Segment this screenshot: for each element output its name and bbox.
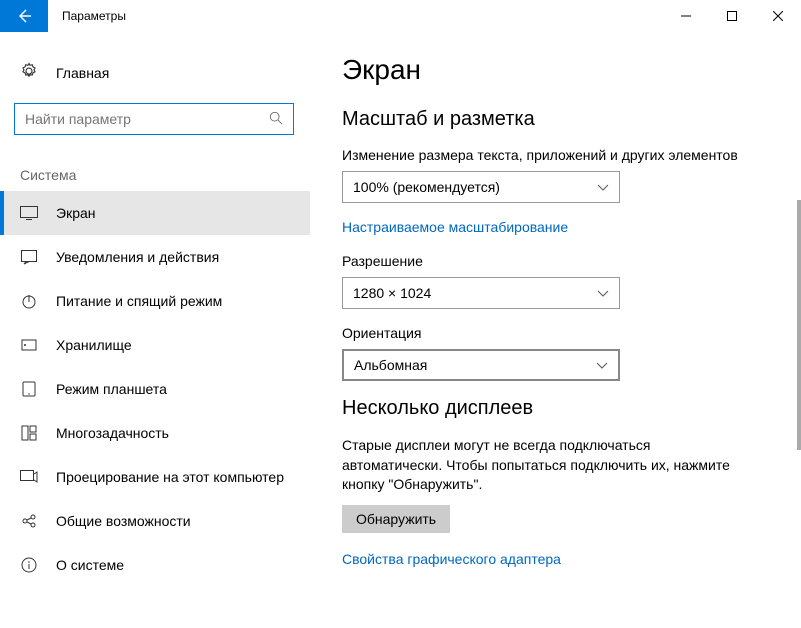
info-icon bbox=[20, 557, 38, 573]
maximize-icon bbox=[727, 11, 737, 21]
storage-icon bbox=[20, 337, 38, 353]
sidebar-item-label: Хранилище bbox=[56, 337, 132, 353]
section-multi-heading: Несколько дисплеев bbox=[342, 397, 781, 420]
main-panel: Экран Масштаб и разметка Изменение разме… bbox=[310, 32, 801, 628]
sidebar-home-label: Главная bbox=[56, 65, 109, 81]
section-scale-heading: Масштаб и разметка bbox=[342, 108, 781, 131]
sidebar-item-label: Уведомления и действия bbox=[56, 249, 219, 265]
chevron-down-icon bbox=[597, 179, 609, 195]
scale-label: Изменение размера текста, приложений и д… bbox=[342, 147, 781, 163]
scrollbar[interactable] bbox=[797, 40, 801, 620]
page-title: Экран bbox=[342, 54, 781, 86]
display-icon bbox=[20, 206, 38, 220]
sidebar-item-tablet[interactable]: Режим планшета bbox=[0, 367, 310, 411]
notification-icon bbox=[20, 249, 38, 265]
sidebar-item-label: О системе bbox=[56, 557, 124, 573]
close-icon bbox=[773, 11, 783, 21]
sidebar-item-label: Экран bbox=[56, 205, 96, 221]
sidebar-home[interactable]: Главная bbox=[0, 54, 310, 91]
tablet-icon bbox=[20, 381, 38, 397]
sidebar-item-display[interactable]: Экран bbox=[0, 191, 310, 235]
sidebar-item-shared[interactable]: Общие возможности bbox=[0, 499, 310, 543]
minimize-icon bbox=[681, 11, 691, 21]
sidebar-item-label: Общие возможности bbox=[56, 513, 191, 529]
window-title: Параметры bbox=[62, 9, 126, 23]
detect-button[interactable]: Обнаружить bbox=[342, 505, 450, 533]
sidebar-group-label: Система bbox=[0, 145, 310, 191]
orientation-label: Ориентация bbox=[342, 325, 781, 341]
arrow-left-icon bbox=[16, 8, 32, 24]
gear-icon bbox=[20, 62, 38, 83]
resolution-value: 1280 × 1024 bbox=[353, 285, 431, 301]
maximize-button[interactable] bbox=[709, 0, 755, 32]
sidebar-item-notifications[interactable]: Уведомления и действия bbox=[0, 235, 310, 279]
search-field[interactable] bbox=[25, 111, 269, 127]
sidebar-item-label: Режим планшета bbox=[56, 381, 167, 397]
scale-value: 100% (рекомендуется) bbox=[353, 179, 500, 195]
scale-select[interactable]: 100% (рекомендуется) bbox=[342, 171, 620, 203]
resolution-select[interactable]: 1280 × 1024 bbox=[342, 277, 620, 309]
resolution-label: Разрешение bbox=[342, 253, 781, 269]
chevron-down-icon bbox=[596, 357, 608, 373]
sidebar-item-label: Многозадачность bbox=[56, 425, 169, 441]
multi-display-text: Старые дисплеи могут не всегда подключат… bbox=[342, 436, 742, 495]
gpu-properties-link[interactable]: Свойства графического адаптера bbox=[342, 551, 561, 567]
sidebar: Главная Система Экран Уведомления и дейс… bbox=[0, 32, 310, 628]
advanced-scaling-link[interactable]: Настраиваемое масштабирование bbox=[342, 219, 568, 235]
multitasking-icon bbox=[20, 425, 38, 441]
sidebar-item-projecting[interactable]: Проецирование на этот компьютер bbox=[0, 455, 310, 499]
search-icon bbox=[269, 111, 283, 128]
sidebar-item-storage[interactable]: Хранилище bbox=[0, 323, 310, 367]
sidebar-item-label: Питание и спящий режим bbox=[56, 293, 222, 309]
close-button[interactable] bbox=[755, 0, 801, 32]
search-input[interactable] bbox=[14, 103, 294, 135]
scrollbar-thumb[interactable] bbox=[797, 200, 801, 450]
project-icon bbox=[20, 470, 38, 484]
back-button[interactable] bbox=[0, 0, 48, 32]
sidebar-item-multitasking[interactable]: Многозадачность bbox=[0, 411, 310, 455]
chevron-down-icon bbox=[597, 285, 609, 301]
share-icon bbox=[20, 513, 38, 529]
orientation-select[interactable]: Альбомная bbox=[342, 349, 620, 381]
orientation-value: Альбомная bbox=[354, 357, 427, 373]
sidebar-item-about[interactable]: О системе bbox=[0, 543, 310, 587]
power-icon bbox=[20, 293, 38, 309]
titlebar: Параметры bbox=[0, 0, 801, 32]
sidebar-item-power[interactable]: Питание и спящий режим bbox=[0, 279, 310, 323]
minimize-button[interactable] bbox=[663, 0, 709, 32]
sidebar-item-label: Проецирование на этот компьютер bbox=[56, 469, 284, 485]
